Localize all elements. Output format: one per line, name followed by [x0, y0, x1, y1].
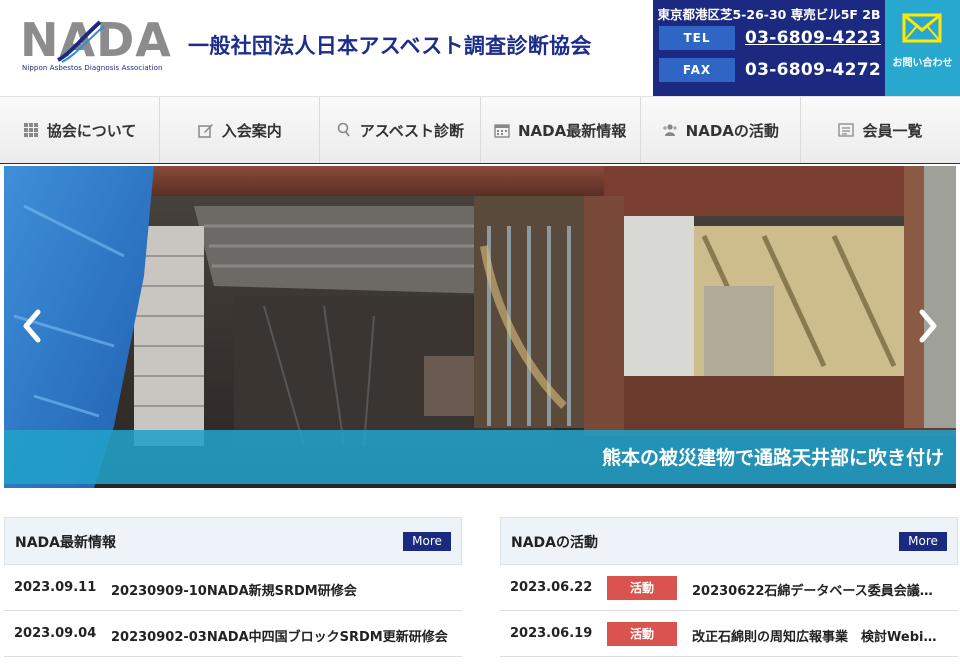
pencil-icon [198, 124, 213, 138]
chevron-left-icon[interactable] [18, 308, 46, 344]
news-panel-header: NADA最新情報 More [4, 517, 462, 565]
news-date: 2023.09.11 [14, 580, 97, 595]
activity-title-link[interactable]: 改正石綿則の周知広報事業 検討Webinar [692, 626, 944, 645]
main-nav: 協会について 入会案内 アスベスト診断 NADA最新情報 NADAの活動 会員一… [0, 96, 960, 164]
hero-caption-bar: 熊本の被災建物で通路天井部に吹き付け [4, 430, 956, 484]
list-icon [838, 123, 855, 137]
address-text: 東京都港区芝5-26-30 専売ビル5F 2B [657, 7, 881, 22]
category-badge: 活動 [607, 576, 677, 600]
nada-logo[interactable]: NADA Nippon Asbestos Diagnosis Associati… [20, 14, 171, 74]
org-name: 一般社団法人日本アスベスト調査診断協会 [188, 34, 592, 58]
search-icon [337, 122, 350, 137]
nav-label: 協会について [46, 121, 137, 140]
nav-item-diagnosis[interactable]: アスベスト診断 [320, 97, 481, 163]
tel-label: TEL [659, 26, 735, 50]
news-item[interactable]: 2023.09.04 20230902-03NADA中四国ブロックSRDM更新研… [4, 611, 462, 657]
fax-number: 03-6809-4272 [745, 60, 881, 80]
news-date: 2023.09.04 [14, 626, 97, 641]
tel-number-link[interactable]: 03-6809-4223 [745, 26, 881, 50]
activity-panel-title: NADAの活動 [511, 535, 599, 551]
nav-item-activities[interactable]: NADAの活動 [640, 97, 801, 163]
grid-icon [23, 123, 38, 137]
tel-row: TEL 03-6809-4223 [659, 26, 883, 52]
activity-panel: NADAの活動 More 2023.06.22 活動 20230622石綿データ… [500, 517, 958, 668]
inquiry-label: お問い合わせ [892, 58, 953, 69]
hero-slider: 熊本の被災建物で通路天井部に吹き付け [4, 166, 956, 488]
site-header: NADA Nippon Asbestos Diagnosis Associati… [0, 0, 960, 96]
nav-item-news[interactable]: NADA最新情報 [480, 97, 641, 163]
activity-title-link[interactable]: 20230622石綿データベース委員会議事録 [692, 580, 944, 599]
chevron-right-icon[interactable] [914, 308, 942, 344]
activity-panel-header: NADAの活動 More [500, 517, 958, 565]
nav-label: 会員一覧 [862, 121, 923, 140]
nav-item-join[interactable]: 入会案内 [160, 97, 321, 163]
hero-caption: 熊本の被災建物で通路天井部に吹き付け [601, 447, 944, 469]
news-panel-title: NADA最新情報 [15, 535, 117, 551]
activity-item[interactable]: 2023.06.19 活動 改正石綿則の周知広報事業 検討Webinar [500, 611, 958, 657]
nav-label: NADAの活動 [685, 121, 779, 140]
nav-label: アスベスト診断 [359, 121, 465, 140]
inquiry-button[interactable]: お問い合わせ [885, 0, 960, 96]
people-icon [662, 124, 677, 136]
news-item[interactable]: 2023.09.11 20230909-10NADA新規SRDM研修会 [4, 565, 462, 611]
activity-item[interactable]: 2023.06.22 活動 20230622石綿データベース委員会議事録 [500, 565, 958, 611]
news-title-link[interactable]: 20230909-10NADA新規SRDM研修会 [111, 580, 451, 599]
nav-label: 入会案内 [221, 121, 282, 140]
fax-row: FAX 03-6809-4272 [659, 58, 883, 84]
news-panel: NADA最新情報 More 2023.09.11 20230909-10NADA… [4, 517, 462, 668]
logo-subtitle: Nippon Asbestos Diagnosis Association [22, 64, 163, 72]
nav-item-members[interactable]: 会員一覧 [800, 97, 960, 163]
category-badge: 活動 [607, 622, 677, 646]
contact-box: 東京都港区芝5-26-30 専売ビル5F 2B TEL 03-6809-4223… [653, 0, 885, 96]
activity-date: 2023.06.22 [510, 580, 593, 595]
mail-icon [902, 13, 942, 43]
news-more-button[interactable]: More [403, 532, 451, 551]
logo-swoosh-icon [57, 20, 105, 63]
news-title-link[interactable]: 20230902-03NADA中四国ブロックSRDM更新研修会 [111, 626, 451, 645]
calendar-icon [494, 124, 510, 138]
activity-more-button[interactable]: More [899, 532, 947, 551]
nav-label: NADA最新情報 [517, 121, 627, 140]
nav-item-about[interactable]: 協会について [0, 97, 161, 163]
fax-label: FAX [659, 58, 735, 82]
activity-date: 2023.06.19 [510, 626, 593, 641]
